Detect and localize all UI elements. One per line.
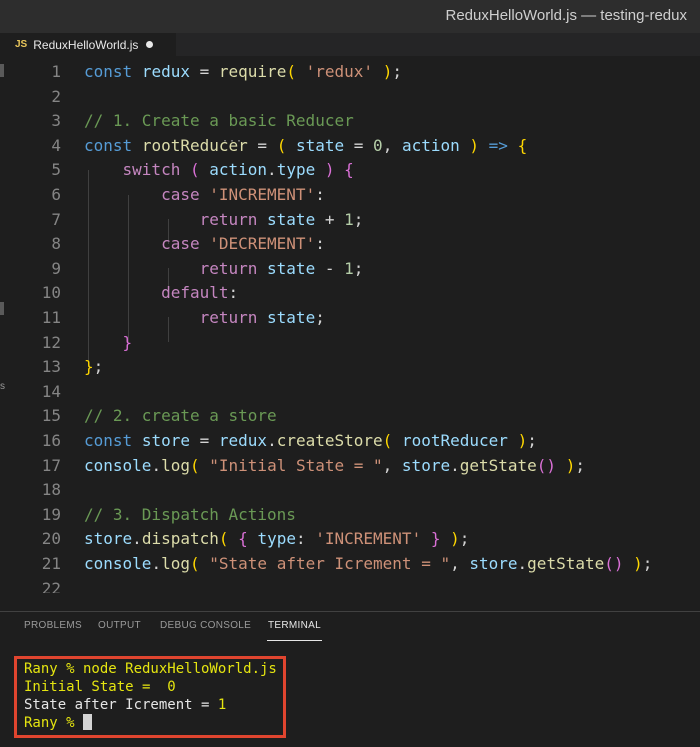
code-text: return state + 1; — [199, 209, 364, 229]
line-number: 12 — [41, 332, 61, 352]
code-text: default: — [161, 283, 239, 303]
code-line: 2 — [0, 85, 700, 110]
line-number: 6 — [51, 185, 61, 204]
terminal-cursor — [83, 714, 93, 730]
code-line: 1 const redux = require( 'redux' ); — [0, 60, 700, 85]
code-text: // 1. Create a basic Reducer — [84, 111, 354, 131]
code-line: 13}; — [0, 355, 700, 380]
code-text: } — [122, 332, 133, 352]
unsaved-dot-icon[interactable] — [146, 41, 154, 48]
code-line: 10 default: — [0, 281, 700, 306]
line-number: 15 — [41, 406, 61, 426]
code-line: 15 // 2. create a store — [0, 404, 700, 429]
active-tab-indicator — [267, 640, 322, 641]
code-text: console.log( "Initial State = ", store.g… — [84, 455, 585, 475]
line-number: 3 — [51, 111, 61, 131]
editor-tab-bar: JS ReduxHelloWorld.js — [0, 33, 700, 57]
code-line: 12 } — [0, 331, 700, 356]
terminal-line: Rany % node ReduxHelloWorld.js — [24, 660, 277, 678]
line-number: 2 — [51, 86, 61, 106]
line-number: 10 — [41, 283, 61, 303]
line-number: 21 — [41, 554, 61, 573]
code-text: }; — [84, 357, 104, 377]
terminal-line: Initial State = 0 — [24, 678, 176, 696]
code-line: 6 case 'INCREMENT': — [0, 183, 700, 208]
code-text: const rootReducer = ( state = 0, action … — [84, 135, 528, 155]
line-number: 5 — [51, 160, 61, 180]
code-line: 9 return state - 1; — [0, 257, 700, 282]
code-line: 21 console.log( "State after Icrement = "… — [0, 552, 700, 577]
code-editor[interactable]: 1 const redux = require( 'redux' ); ··· 2… — [0, 60, 700, 610]
terminal-output-after-value: 1 — [217, 697, 227, 713]
code-line: 16 const store = redux.createStore( rootR… — [0, 429, 700, 454]
line-number: 22 — [41, 578, 61, 593]
line-number: 4 — [51, 135, 61, 155]
line-number: 7 — [51, 209, 61, 229]
code-line: 19 // 3. Dispatch Actions — [0, 503, 700, 528]
tab-debug-console[interactable]: DEBUG CONSOLE — [160, 620, 251, 631]
line-number: 17 — [41, 455, 61, 475]
code-line: 17 console.log( "Initial State = ", store… — [0, 454, 700, 479]
tab-terminal[interactable]: TERMINAL — [268, 620, 321, 631]
code-text: case 'INCREMENT': — [161, 185, 325, 204]
code-text: // 2. create a store — [84, 406, 277, 426]
code-line: 3 // 1. Create a basic Reducer — [0, 109, 700, 134]
code-line: 22 — [0, 577, 700, 593]
tab-filename: ReduxHelloWorld.js — [33, 37, 139, 52]
terminal-line: State after Icrement = 1 — [24, 696, 226, 714]
code-text: store.dispatch( { type: 'INCREMENT' } ); — [84, 529, 470, 549]
code-line: 7 return state + 1; — [0, 208, 700, 233]
code-line: 8 case 'DECREMENT': — [0, 232, 700, 257]
code-text: const redux = require( 'redux' ); — [84, 62, 402, 81]
code-text: const store = redux.createStore( rootRed… — [84, 431, 537, 450]
code-line: 11 return state; — [0, 306, 700, 331]
javascript-file-icon: JS — [15, 39, 28, 50]
terminal-output-after-label: State after Icrement = — [24, 697, 218, 713]
terminal-prompt: Rany % — [24, 715, 84, 731]
terminal-line[interactable]: Rany % — [24, 714, 93, 732]
code-line: 14 — [0, 380, 700, 405]
bottom-panel: PROBLEMS OUTPUT DEBUG CONSOLE TERMINAL R… — [0, 611, 700, 747]
code-line: 4 const rootReducer = ( state = 0, action… — [0, 134, 700, 159]
tab-problems[interactable]: PROBLEMS — [24, 620, 82, 631]
line-number: 8 — [51, 234, 61, 254]
line-number: 13 — [41, 357, 61, 377]
code-line: 18 — [0, 478, 700, 503]
code-line: 5 switch ( action.type ) { — [0, 158, 700, 183]
window-title: ReduxHelloWorld.js — testing-redux — [445, 7, 688, 24]
code-text: switch ( action.type ) { — [122, 160, 354, 180]
code-text: case 'DECREMENT': — [161, 234, 325, 254]
file-tab[interactable]: JS ReduxHelloWorld.js — [0, 33, 176, 56]
terminal-command: Rany % node ReduxHelloWorld.js — [24, 661, 277, 677]
line-number: 11 — [41, 308, 61, 327]
line-number: 20 — [41, 529, 61, 549]
line-number: 19 — [41, 504, 61, 524]
code-text: console.log( "State after Icrement = ", … — [84, 554, 653, 573]
code-text: // 3. Dispatch Actions — [84, 504, 296, 524]
line-number: 1 — [51, 62, 61, 81]
line-number: 9 — [51, 258, 61, 278]
tab-output[interactable]: OUTPUT — [98, 620, 141, 631]
code-text: return state - 1; — [199, 258, 364, 278]
title-bar: ReduxHelloWorld.js — testing-redux — [0, 0, 700, 33]
line-number: 16 — [41, 431, 61, 450]
line-number: 14 — [41, 381, 61, 401]
line-number: 18 — [41, 480, 61, 500]
terminal-output-initial: Initial State = 0 — [24, 679, 176, 695]
code-line: 20 store.dispatch( { type: 'INCREMENT' } … — [0, 527, 700, 552]
code-text: return state; — [199, 308, 325, 327]
